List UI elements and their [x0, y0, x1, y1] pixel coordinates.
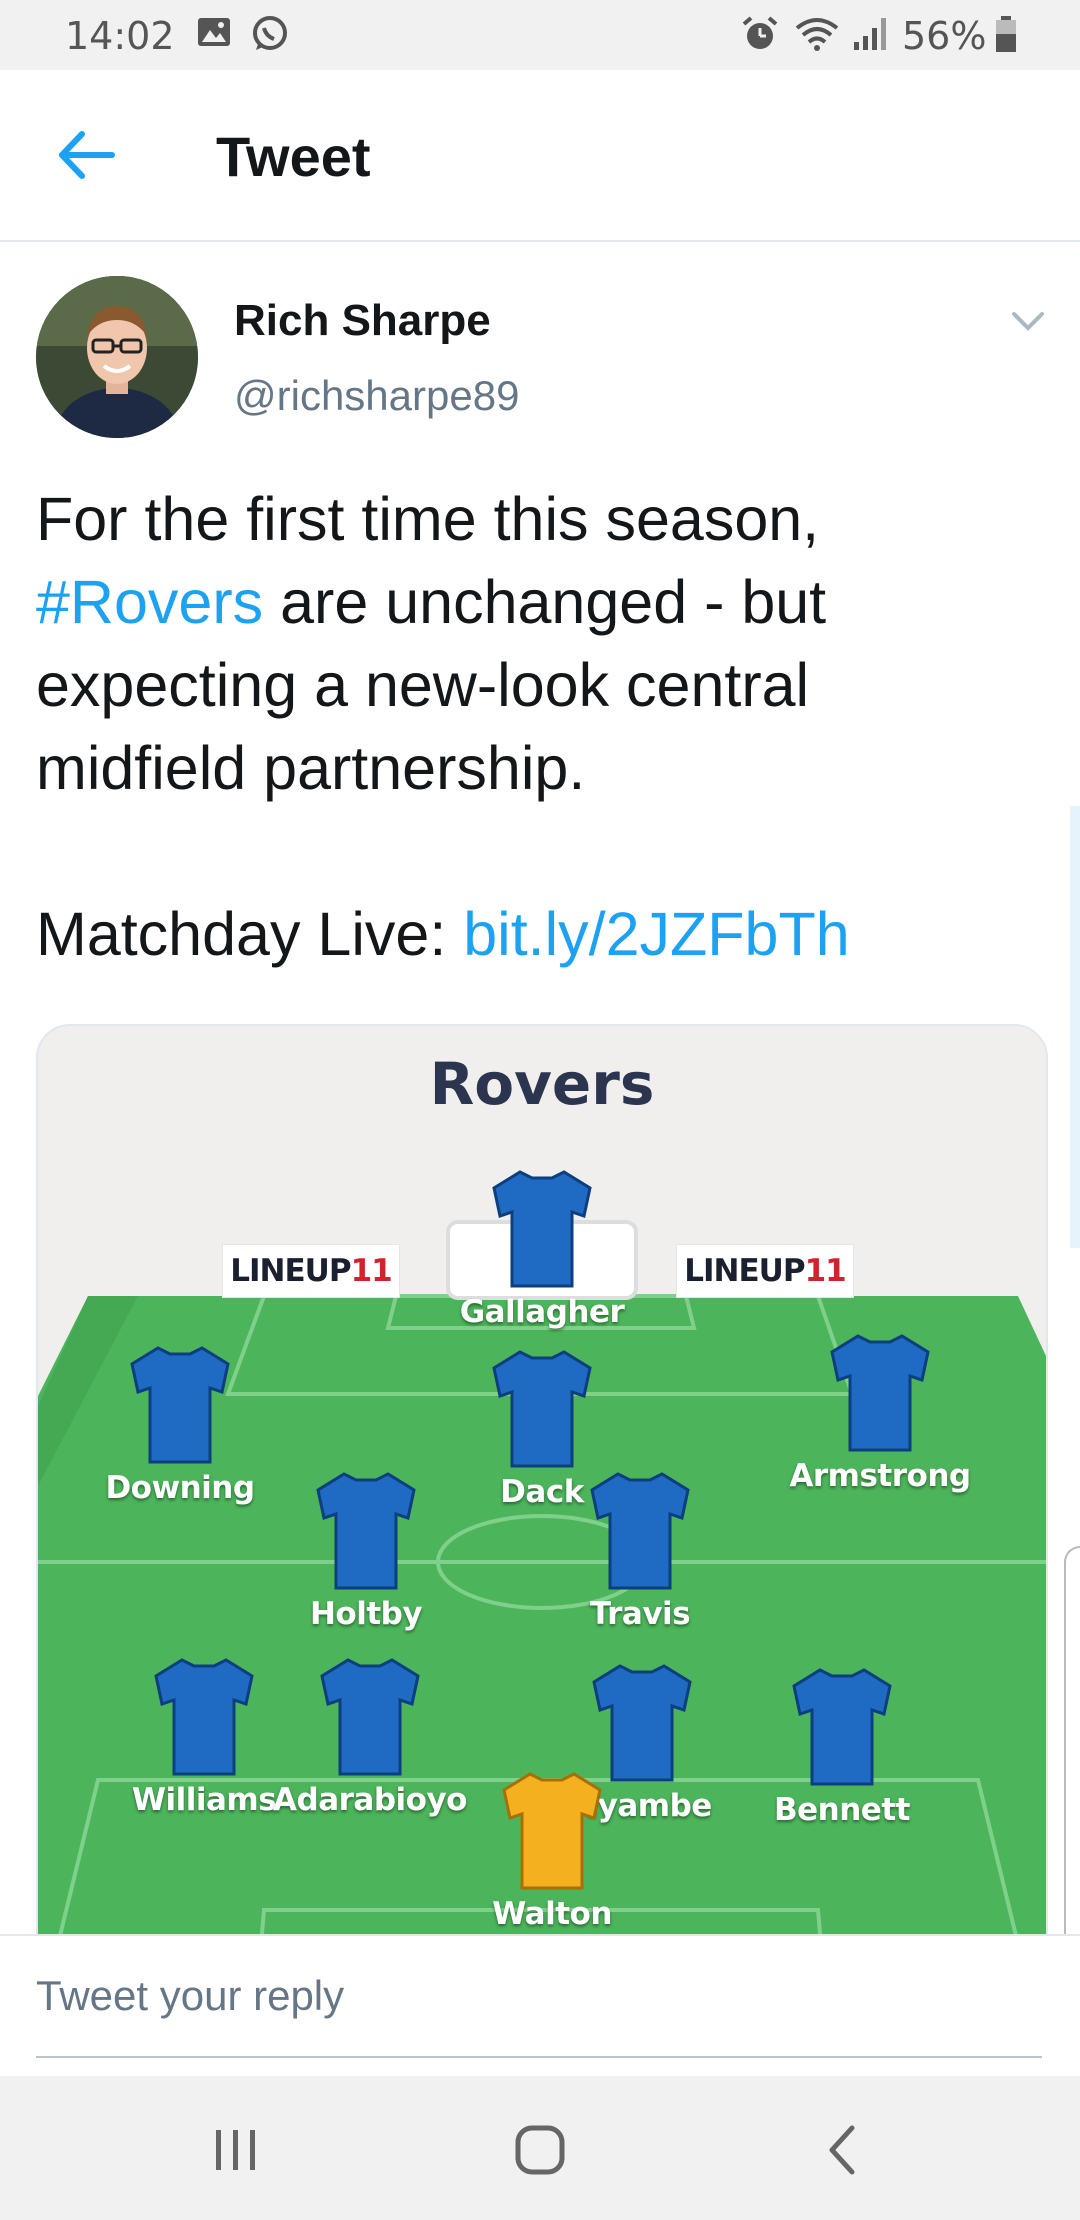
- battery-icon: [994, 14, 1018, 63]
- card-title: Rovers: [429, 1050, 655, 1118]
- avatar[interactable]: [36, 276, 198, 438]
- player-name: Gallagher: [459, 1294, 625, 1330]
- shirt-icon: [130, 1346, 230, 1464]
- reply-input[interactable]: [36, 1936, 1042, 2058]
- player-name: Bennett: [774, 1792, 910, 1828]
- shirt-icon: [590, 1472, 690, 1590]
- player-name: Holtby: [309, 1596, 423, 1632]
- goalkeeper-shirt-icon: [502, 1772, 602, 1890]
- image-icon: [196, 14, 232, 59]
- player-travis: Travis: [540, 1470, 740, 1632]
- shirt-icon: [154, 1658, 254, 1776]
- reply-bar: [0, 1934, 1080, 2078]
- whatsapp-icon: [250, 14, 290, 63]
- shirt-icon: [492, 1170, 592, 1288]
- player-downing: Downing: [80, 1344, 280, 1506]
- player-gallagher: Gallagher: [442, 1168, 642, 1330]
- shirt-icon: [792, 1668, 892, 1786]
- player-adarabioyo: Adarabioyo: [270, 1656, 470, 1818]
- edge-panel-handle[interactable]: [1064, 1546, 1080, 1950]
- tweet-line: expecting a new-look central: [36, 651, 810, 719]
- home-icon[interactable]: [500, 2120, 580, 2180]
- chevron-down-icon[interactable]: [1008, 302, 1048, 342]
- matchday-label: Matchday Live:: [36, 900, 464, 968]
- tweet-line: #Rovers are unchanged - but: [36, 561, 1036, 644]
- author-handle[interactable]: @richsharpe89: [234, 372, 519, 420]
- player-name: Walton: [492, 1896, 612, 1932]
- tweet-line: For the first time this season,: [36, 485, 820, 553]
- back-nav-icon[interactable]: [804, 2120, 884, 2180]
- status-time: 14:02: [65, 14, 175, 58]
- page-title: Tweet: [216, 125, 371, 188]
- player-armstrong: Armstrong: [780, 1332, 980, 1494]
- tweet-line: Matchday Live: bit.ly/2JZFbTh: [36, 893, 1036, 976]
- tweet-text: For the first time this season, #Rovers …: [36, 478, 1036, 976]
- shirt-icon: [492, 1350, 592, 1468]
- shirt-icon: [830, 1334, 930, 1452]
- player-name: Travis: [589, 1596, 691, 1632]
- lineup-image-card[interactable]: Rovers LINEUP11 LINEUP11 Gallagher Downi…: [36, 1024, 1048, 2028]
- wifi-icon: [794, 14, 840, 63]
- player-bennett: Bennett: [742, 1666, 942, 1828]
- system-nav-bar: [0, 2076, 1080, 2220]
- alarm-icon: [740, 14, 780, 63]
- player-name: Adarabioyo: [273, 1782, 467, 1818]
- tweet-line-text: are unchanged - but: [263, 568, 827, 636]
- player-name: Downing: [105, 1470, 255, 1506]
- recent-apps-icon[interactable]: [196, 2120, 276, 2180]
- shirt-icon: [316, 1472, 416, 1590]
- signal-icon: [852, 14, 892, 63]
- player-walton: Walton: [452, 1770, 652, 1932]
- battery-percent: 56%: [902, 14, 987, 58]
- player-name: Armstrong: [789, 1458, 971, 1494]
- lineup11-logo: LINEUP11: [676, 1244, 854, 1298]
- author-name[interactable]: Rich Sharpe: [234, 296, 491, 346]
- back-arrow-icon[interactable]: [52, 120, 122, 190]
- tweet-line: midfield partnership.: [36, 734, 586, 802]
- shirt-icon: [320, 1658, 420, 1776]
- status-bar: 14:02 56%: [0, 0, 1080, 70]
- shirt-icon: [592, 1664, 692, 1782]
- scrollbar[interactable]: [1070, 806, 1080, 1248]
- lineup11-logo: LINEUP11: [222, 1244, 400, 1298]
- player-holtby: Holtby: [266, 1470, 466, 1632]
- hashtag-link[interactable]: #Rovers: [36, 568, 263, 636]
- tweet-header: Tweet: [0, 70, 1080, 242]
- matchday-link[interactable]: bit.ly/2JZFbTh: [463, 900, 849, 968]
